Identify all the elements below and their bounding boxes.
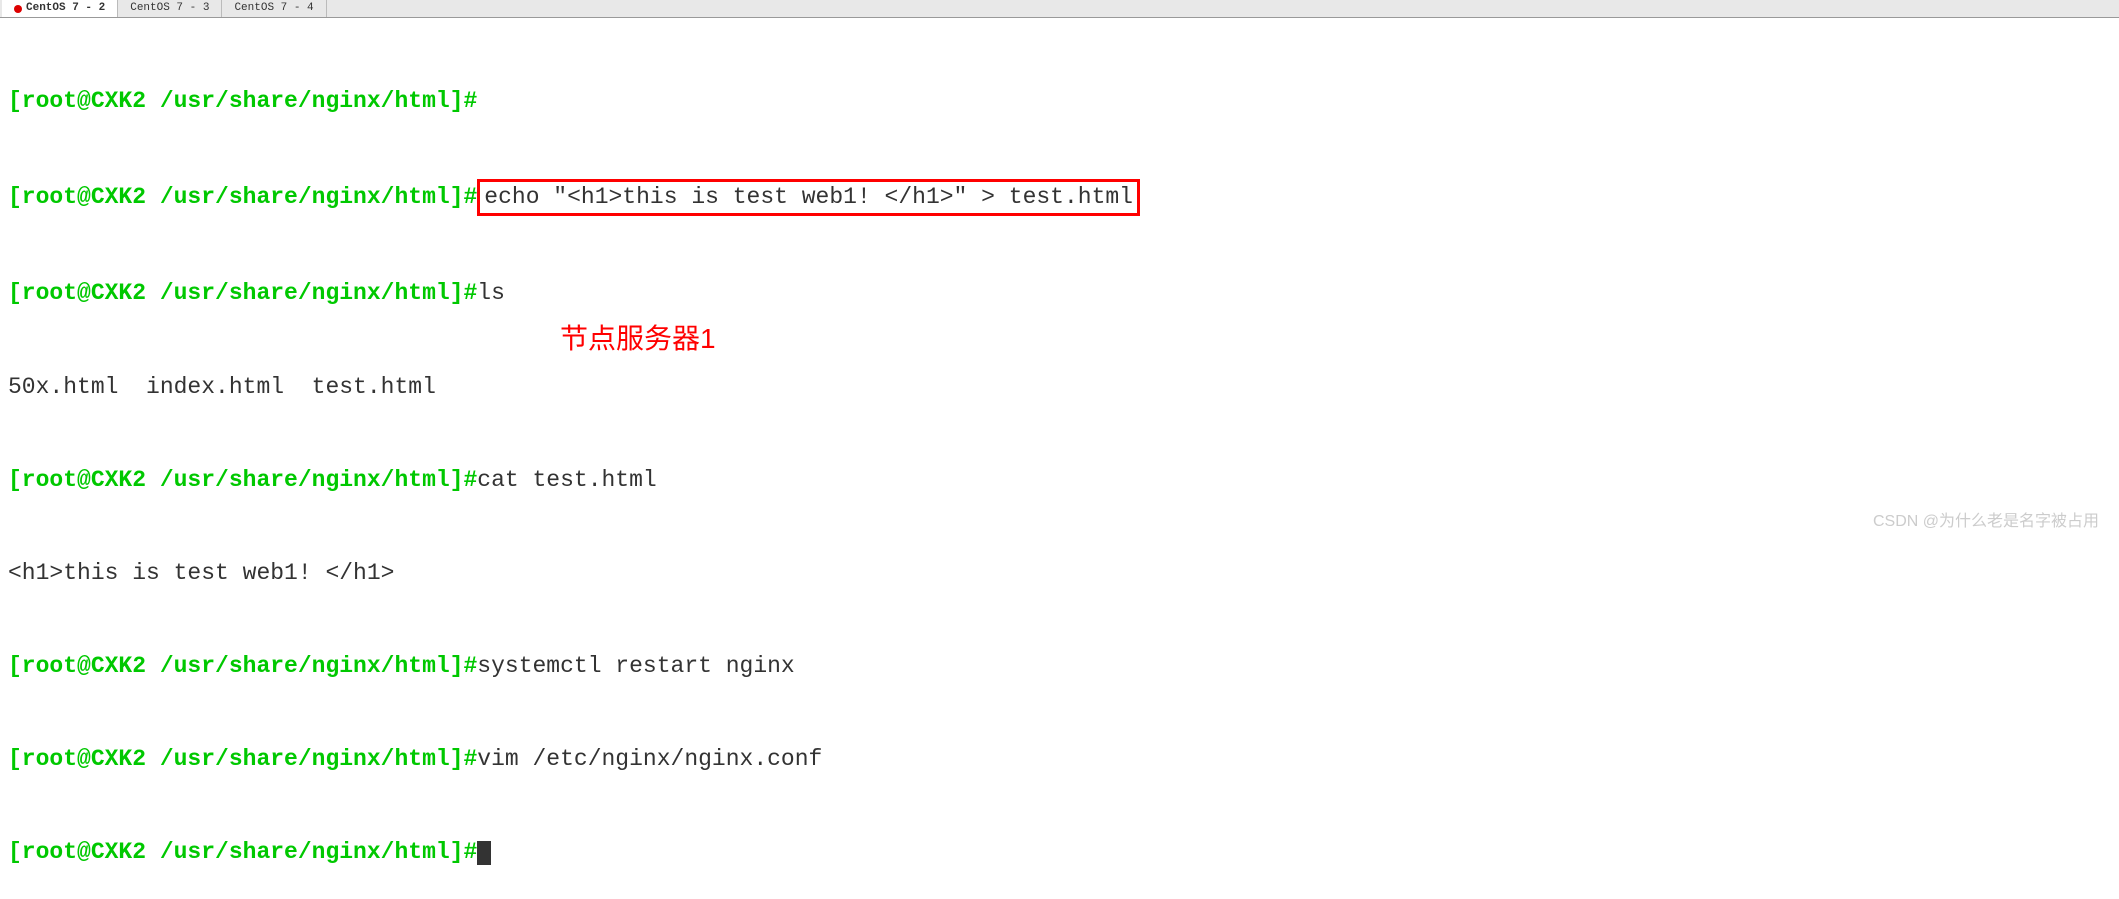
output-text: <h1>this is test web1! </h1>: [8, 560, 394, 586]
terminal-output[interactable]: [root@CXK2 /usr/share/nginx/html]# [root…: [0, 18, 2119, 899]
prompt: [root@CXK2 /usr/share/nginx/html]#: [8, 88, 477, 114]
prompt: [root@CXK2 /usr/share/nginx/html]#: [8, 184, 477, 210]
terminal-line: 50x.html index.html test.html: [8, 372, 2111, 403]
tab-centos-3[interactable]: CentOS 7 - 3: [118, 0, 222, 17]
tab-label: CentOS 7 - 4: [234, 1, 313, 16]
prompt: [root@CXK2 /usr/share/nginx/html]#: [8, 280, 477, 306]
prompt: [root@CXK2 /usr/share/nginx/html]#: [8, 746, 477, 772]
prompt: [root@CXK2 /usr/share/nginx/html]#: [8, 467, 477, 493]
terminal-line: <h1>this is test web1! </h1>: [8, 558, 2111, 589]
output-text: 50x.html index.html test.html: [8, 374, 436, 400]
watermark: CSDN @为什么老是名字被占用: [1873, 511, 2099, 533]
command: echo "<h1>this is test web1! </h1>" > te…: [484, 184, 1133, 210]
terminal-line: [root@CXK2 /usr/share/nginx/html]#: [8, 837, 2111, 868]
tab-centos-2[interactable]: CentOS 7 - 2: [2, 0, 118, 17]
annotation-label: 节点服务器1: [560, 320, 716, 358]
cursor-icon: [477, 841, 491, 865]
command: vim /etc/nginx/nginx.conf: [477, 746, 822, 772]
tab-label: CentOS 7 - 3: [130, 1, 209, 16]
prompt: [root@CXK2 /usr/share/nginx/html]#: [8, 653, 477, 679]
terminal-line: [root@CXK2 /usr/share/nginx/html]#system…: [8, 651, 2111, 682]
terminal-line: [root@CXK2 /usr/share/nginx/html]#: [8, 86, 2111, 117]
command: ls: [477, 280, 505, 306]
terminal-line: [root@CXK2 /usr/share/nginx/html]# echo "…: [8, 179, 2111, 216]
terminal-line: [root@CXK2 /usr/share/nginx/html]#cat te…: [8, 465, 2111, 496]
tab-bar: CentOS 7 - 2 CentOS 7 - 3 CentOS 7 - 4: [0, 0, 2119, 18]
command: cat test.html: [477, 467, 656, 493]
highlight-box: echo "<h1>this is test web1! </h1>" > te…: [477, 179, 1140, 216]
prompt: [root@CXK2 /usr/share/nginx/html]#: [8, 839, 477, 865]
indicator-icon: [14, 5, 22, 13]
tab-centos-4[interactable]: CentOS 7 - 4: [222, 0, 326, 17]
terminal-line: [root@CXK2 /usr/share/nginx/html]#vim /e…: [8, 744, 2111, 775]
terminal-line: [root@CXK2 /usr/share/nginx/html]#ls: [8, 278, 2111, 309]
command: systemctl restart nginx: [477, 653, 794, 679]
tab-label: CentOS 7 - 2: [26, 1, 105, 16]
